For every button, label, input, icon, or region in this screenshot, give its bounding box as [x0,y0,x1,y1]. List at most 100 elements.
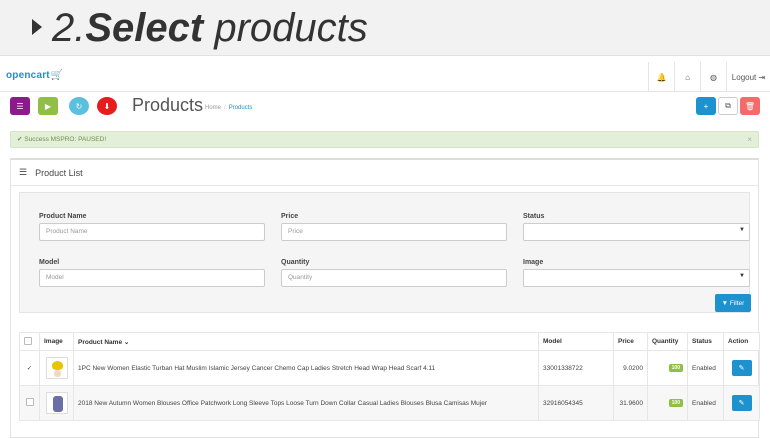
breadcrumb-products[interactable]: Products [229,105,253,111]
logout-link[interactable]: Logout ⇥ [726,62,770,92]
caret-down-icon: ▼ [739,227,745,233]
select-all-cell [19,332,40,351]
product-name-input[interactable]: Product Name [39,223,265,241]
list-icon: ☰ [19,167,28,177]
quantity-label: Quantity [281,259,310,266]
quantity-badge: 100 [668,399,683,407]
quantity-header[interactable]: Quantity [647,332,688,351]
row-product-name: 1PC New Women Elastic Turban Hat Muslim … [73,350,539,386]
product-name-label: Product Name [39,213,87,220]
breadcrumb-separator: / [224,105,226,111]
row-status: Enabled [687,385,724,421]
cart-icon: 🛒 [50,70,64,81]
table-row: ✓ 1PC New Women Elastic Turban Hat Musli… [19,350,760,386]
row-checkbox[interactable] [25,398,34,406]
row-model: 33001338722 [538,350,614,386]
logo-text: opencart [6,70,50,81]
page-title: Products [132,95,204,115]
mspro-menu-button[interactable]: ☰ [10,97,30,115]
check-circle-icon: ✔ [17,136,23,143]
breadcrumb: Home / Products [205,105,252,111]
mspro-refresh-button[interactable]: ↻ [69,97,89,115]
bell-icon[interactable]: 🔔 [648,62,674,92]
copy-icon: ⧉ [725,101,731,110]
pencil-icon: ✎ [738,365,745,372]
status-select[interactable]: ▼ [523,223,750,241]
image-label: Image [523,259,544,266]
copy-button[interactable]: ⧉ [718,97,738,115]
checkmark-icon[interactable]: ✓ [27,365,32,372]
banner-word-bold: Select [85,6,204,50]
plus-icon: + [703,101,709,111]
list-icon: ☰ [16,101,24,111]
row-select-cell: ✓ [19,350,40,386]
model-label: Model [39,259,60,266]
filter-button-label: Filter [729,299,745,307]
product-name-header[interactable]: Product Name ⌄ [73,332,539,351]
opencart-logo[interactable]: opencart🛒 [6,70,64,81]
banner-word-rest: products [203,6,368,50]
row-model: 32916054345 [538,385,614,421]
image-header: Image [39,332,74,351]
product-thumbnail [45,392,68,414]
logout-label: Logout [731,72,757,82]
product-thumbnail [45,357,68,379]
play-triangle-icon [32,19,42,35]
add-button[interactable]: + [696,97,716,115]
image-select[interactable]: ▼ [523,269,750,287]
delete-button[interactable]: 🗑 [740,97,760,115]
globe-icon[interactable]: ◍ [700,62,726,92]
close-icon[interactable]: × [747,132,752,147]
tutorial-banner: 2.Select products [0,0,770,56]
mspro-download-button[interactable]: ⬇ [97,97,117,115]
row-action-cell: ✎ [723,350,760,386]
trash-icon: 🗑 [744,101,756,111]
status-header[interactable]: Status [687,332,724,351]
filter-button[interactable]: ▼ Filter [715,294,751,312]
row-action-cell: ✎ [723,385,760,421]
row-status: Enabled [687,350,724,386]
model-header[interactable]: Model [538,332,614,351]
play-icon: ▶ [44,101,52,111]
table-row: 2018 New Autumn Women Blouses Office Pat… [19,385,760,421]
product-list-panel: ☰ Product List Product Name Product Name… [10,158,760,438]
product-name-header-label: Product Name [78,338,123,346]
edit-button[interactable]: ✎ [731,360,752,376]
top-navbar: opencart🛒 🔔 ⌂ ◍ Logout ⇥ [0,62,770,92]
home-icon[interactable]: ⌂ [674,62,700,92]
action-header: Action [723,332,760,351]
select-all-checkbox[interactable] [24,336,32,345]
row-price: 9.0200 [613,350,648,386]
row-image-cell [39,350,74,386]
banner-title: 2.Select products [52,5,368,51]
download-icon: ⬇ [103,101,111,111]
breadcrumb-home[interactable]: Home [205,105,221,111]
mspro-start-button[interactable]: ▶ [38,97,58,115]
caret-down-icon: ▼ [739,273,745,279]
row-quantity-cell: 100 [647,350,688,386]
row-price: 31.9600 [613,385,648,421]
status-label: Status [523,213,545,220]
sign-out-icon: ⇥ [758,72,766,82]
quantity-badge: 100 [668,364,683,372]
price-input[interactable]: Price [281,223,507,241]
filter-icon: ▼ [721,299,729,307]
page-header: ☰ ▶ ↻ ⬇ Products Home / Products + ⧉ 🗑 [0,93,770,121]
alert-text: Success MSPRO: PAUSED! [24,136,107,143]
filter-box: Product Name Product Name Price Price St… [19,192,751,313]
row-select-cell [19,385,40,421]
panel-heading: ☰ Product List [11,160,758,186]
row-quantity-cell: 100 [647,385,688,421]
pencil-icon: ✎ [738,400,745,407]
row-image-cell [39,385,74,421]
row-product-name: 2018 New Autumn Women Blouses Office Pat… [73,385,539,421]
product-table: Image Product Name ⌄ Model Price Quantit… [19,332,760,421]
panel-title: Product List [35,167,83,178]
model-input[interactable]: Model [39,269,265,287]
price-label: Price [281,213,299,220]
quantity-input[interactable]: Quantity [281,269,507,287]
sort-caret-icon: ⌄ [123,338,130,346]
banner-step: 2. [52,6,86,50]
price-header[interactable]: Price [613,332,648,351]
edit-button[interactable]: ✎ [731,395,752,411]
